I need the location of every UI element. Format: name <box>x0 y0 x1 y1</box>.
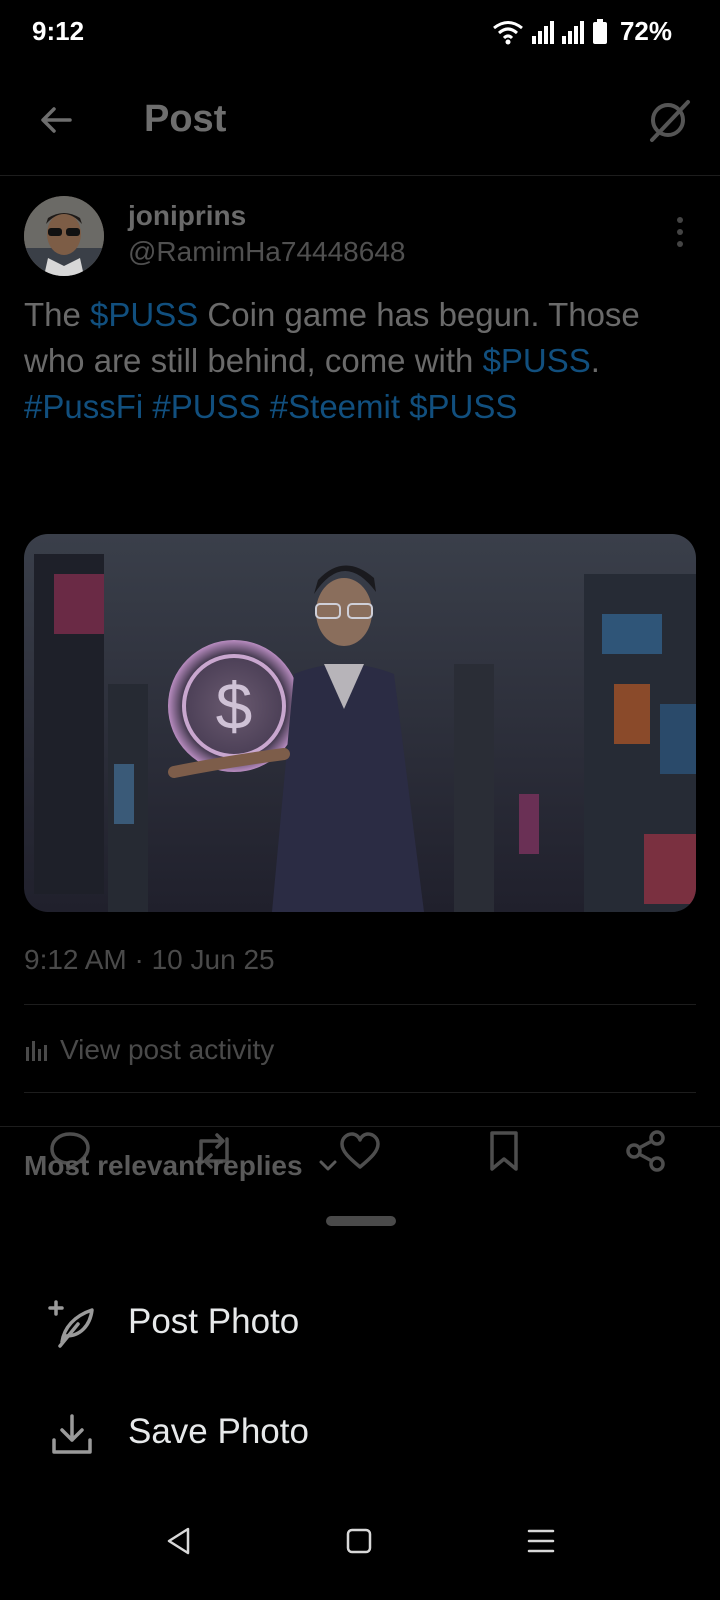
square-home-icon <box>346 1528 372 1554</box>
replies-sort-label: Most relevant replies <box>24 1150 303 1181</box>
author-handle[interactable]: @RamimHa74448648 <box>128 236 405 268</box>
menu-lines-icon <box>527 1529 555 1553</box>
post-photo-option[interactable]: Post Photo <box>0 1272 720 1372</box>
chevron-down-icon <box>319 1160 337 1171</box>
signal-icon <box>531 20 554 44</box>
save-photo-option[interactable]: Save Photo <box>0 1382 720 1482</box>
battery-icon <box>592 18 607 44</box>
view-post-activity-label: View post activity <box>60 1034 275 1065</box>
author-name[interactable]: joniprins <box>128 200 246 232</box>
status-bar: 9:12 72% <box>0 0 720 66</box>
divider <box>24 1092 696 1093</box>
bookmark-icon <box>490 1131 518 1171</box>
nav-back-button[interactable] <box>154 1516 204 1566</box>
avatar[interactable] <box>24 196 104 276</box>
arrow-left-icon[interactable] <box>36 100 76 140</box>
replies-sort-dropdown[interactable]: Most relevant replies <box>24 1150 339 1182</box>
status-icons: 72% <box>492 16 672 47</box>
view-post-activity[interactable]: View post activity <box>24 1022 274 1078</box>
post-text-link[interactable]: #PUSS <box>152 388 260 425</box>
like-icon <box>340 1132 380 1169</box>
download-icon <box>52 1414 92 1454</box>
status-time: 9:12 <box>32 16 85 46</box>
nav-recents-button[interactable] <box>516 1516 566 1566</box>
bookmark-button[interactable] <box>474 1121 534 1181</box>
top-bar: Post <box>0 66 720 176</box>
post-text-segment: The <box>24 296 91 333</box>
like-button[interactable] <box>330 1121 390 1181</box>
more-options-icon[interactable] <box>674 214 686 250</box>
wifi-icon <box>493 20 523 44</box>
grok-icon[interactable] <box>646 96 694 144</box>
battery-percent: 72% <box>619 16 672 46</box>
post-text-link[interactable]: #Steemit <box>270 388 400 425</box>
post-text-segment <box>400 388 409 425</box>
divider <box>24 1004 696 1005</box>
post-text-link[interactable]: #PussFi <box>24 388 143 425</box>
post-text-segment <box>143 388 152 425</box>
post-text-segment: . <box>590 342 600 379</box>
system-nav-bar <box>0 1482 720 1600</box>
post-text-link[interactable]: $PUSS <box>409 388 517 425</box>
sheet-drag-handle[interactable] <box>326 1216 396 1226</box>
divider <box>0 1126 720 1127</box>
post-text: The $PUSS Coin game has begun. Those who… <box>24 292 696 430</box>
nav-home-button[interactable] <box>334 1516 384 1566</box>
post-text-segment <box>261 388 270 425</box>
post-text-link[interactable]: $PUSS <box>483 342 591 379</box>
signal-icon-2 <box>561 20 584 44</box>
triangle-back-icon <box>167 1527 190 1555</box>
share-button[interactable] <box>616 1121 676 1181</box>
svg-text:$: $ <box>216 669 253 743</box>
analytics-icon <box>26 1041 47 1061</box>
feather-plus-icon <box>48 1300 94 1348</box>
page-title: Post <box>144 98 227 140</box>
post-image[interactable]: $ <box>24 534 696 912</box>
post-timestamp: 9:12 AM · 10 Jun 25 <box>24 944 275 975</box>
post-photo-label: Post Photo <box>128 1302 300 1341</box>
share-icon <box>626 1130 665 1172</box>
save-photo-label: Save Photo <box>128 1412 309 1451</box>
post-text-link[interactable]: $PUSS <box>90 296 198 333</box>
